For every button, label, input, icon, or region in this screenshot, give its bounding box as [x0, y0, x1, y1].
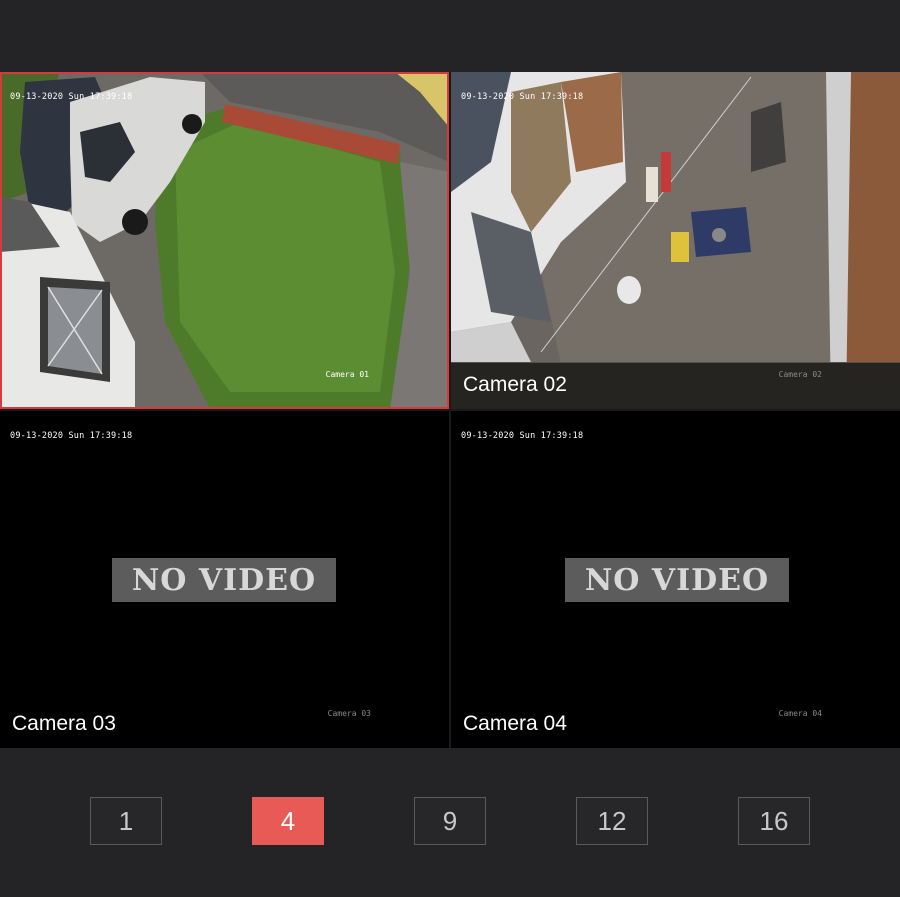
- camera-04-timestamp: 09-13-2020 Sun 17:39:18: [461, 431, 584, 441]
- layout-16-button[interactable]: 16: [738, 797, 810, 845]
- camera-03-label: Camera 03: [12, 712, 116, 735]
- camera-01-osd-name: Camera 01: [325, 370, 369, 379]
- camera-tile-03[interactable]: 09-13-2020 Sun 17:39:18 NO VIDEO Camera …: [0, 411, 449, 748]
- camera-04-no-video: NO VIDEO: [565, 558, 789, 602]
- layout-12-button[interactable]: 12: [576, 797, 648, 845]
- camera-01-timestamp: 09-13-2020 Sun 17:39:18: [10, 92, 133, 102]
- layout-9-button[interactable]: 9: [414, 797, 486, 845]
- camera-grid: 09-13-2020 Sun 17:39:18 Camera 01 09-13-…: [0, 72, 900, 748]
- camera-02-label: Camera 02: [463, 373, 567, 396]
- layout-selector-bar: 1 4 9 12 16: [0, 748, 900, 897]
- camera-tile-01[interactable]: 09-13-2020 Sun 17:39:18 Camera 01: [0, 72, 449, 409]
- camera-03-osd-name: Camera 03: [327, 709, 371, 718]
- top-bar: [0, 0, 900, 72]
- camera-tile-04[interactable]: 09-13-2020 Sun 17:39:18 NO VIDEO Camera …: [451, 411, 900, 748]
- camera-tile-02[interactable]: 09-13-2020 Sun 17:39:18 Camera 02 Camera…: [451, 72, 900, 409]
- camera-02-timestamp: 09-13-2020 Sun 17:39:18: [461, 92, 584, 102]
- camera-01-feed: [0, 72, 449, 409]
- layout-1-button[interactable]: 1: [90, 797, 162, 845]
- camera-03-no-video: NO VIDEO: [112, 558, 336, 602]
- camera-04-osd-name: Camera 04: [778, 709, 822, 718]
- camera-04-label: Camera 04: [463, 712, 567, 735]
- camera-02-osd-name: Camera 02: [778, 370, 822, 379]
- layout-4-button[interactable]: 4: [252, 797, 324, 845]
- camera-03-timestamp: 09-13-2020 Sun 17:39:18: [10, 431, 133, 441]
- camera-02-feed: [451, 72, 900, 409]
